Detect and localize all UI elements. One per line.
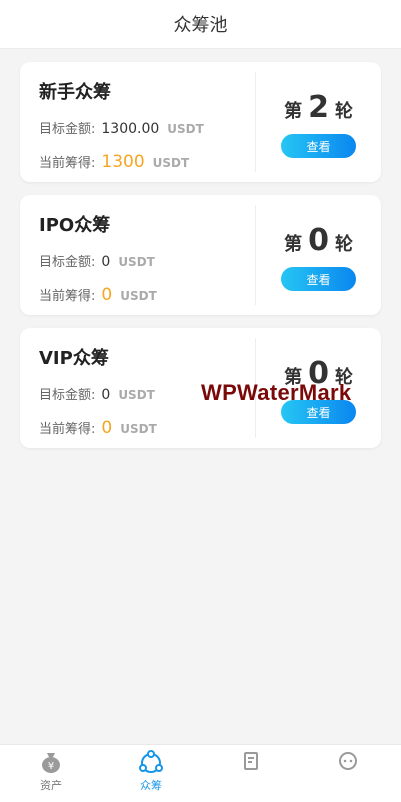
money-bag-icon: ¥ — [42, 753, 60, 773]
round-number: 2 — [308, 90, 329, 125]
tab-crowdfund[interactable]: 众筹 — [111, 749, 191, 799]
current-unit: USDT — [120, 289, 157, 303]
page-title: 众筹池 — [173, 15, 228, 36]
crowdfund-card-ipo: IPO众筹 目标金额: 0 USDT 当前筹得: 0 USDT 第 0 轮 查看 — [20, 195, 381, 315]
tab-document[interactable] — [211, 749, 291, 799]
current-amount-row: 当前筹得: 0 USDT — [39, 418, 157, 438]
bottom-tab-bar: ¥ 资产 众筹 — [0, 744, 401, 802]
tab-label: 资产 — [40, 779, 62, 792]
crowdfund-icon — [139, 750, 163, 773]
current-label: 当前筹得: — [39, 156, 96, 171]
round-prefix: 第 — [284, 234, 303, 255]
document-icon — [244, 752, 258, 770]
current-value: 0 — [101, 418, 113, 438]
target-value: 0 — [101, 387, 111, 403]
card-title: IPO众筹 — [39, 215, 111, 236]
target-amount-row: 目标金额: 0 USDT — [39, 384, 155, 403]
message-icon — [339, 752, 357, 770]
page-header: 众筹池 — [0, 0, 401, 49]
current-amount-row: 当前筹得: 1300 USDT — [39, 152, 189, 172]
target-label: 目标金额: — [39, 122, 96, 137]
current-label: 当前筹得: — [39, 289, 96, 304]
current-unit: USDT — [152, 156, 190, 170]
card-title: VIP众筹 — [39, 348, 109, 369]
tab-message[interactable] — [308, 749, 388, 799]
current-amount-row: 当前筹得: 0 USDT — [39, 285, 157, 305]
current-value: 0 — [101, 285, 113, 305]
target-value: 1300.00 — [101, 121, 160, 137]
crowdfund-card-newbie: 新手众筹 目标金额: 1300.00 USDT 当前筹得: 1300 USDT … — [20, 62, 381, 182]
round-indicator: 第 0 轮 — [256, 223, 381, 258]
watermark: WPWaterMark — [201, 380, 352, 405]
view-button[interactable]: 查看 — [281, 134, 356, 158]
target-unit: USDT — [167, 122, 204, 136]
round-suffix: 轮 — [334, 234, 353, 255]
current-label: 当前筹得: — [39, 422, 96, 437]
target-amount-row: 目标金额: 1300.00 USDT — [39, 118, 204, 137]
target-label: 目标金额: — [39, 255, 96, 270]
tab-label: 众筹 — [140, 779, 162, 792]
round-indicator: 第 2 轮 — [256, 90, 381, 125]
current-value: 1300 — [101, 152, 145, 172]
round-prefix: 第 — [284, 101, 303, 122]
current-unit: USDT — [120, 422, 157, 436]
view-button[interactable]: 查看 — [281, 267, 356, 291]
target-unit: USDT — [118, 388, 155, 402]
tab-assets[interactable]: ¥ 资产 — [11, 749, 91, 799]
round-suffix: 轮 — [334, 101, 353, 122]
card-title: 新手众筹 — [39, 82, 111, 103]
target-amount-row: 目标金额: 0 USDT — [39, 251, 155, 270]
target-unit: USDT — [118, 255, 155, 269]
round-number: 0 — [308, 223, 329, 258]
target-value: 0 — [101, 254, 111, 270]
target-label: 目标金额: — [39, 388, 96, 403]
svg-text:¥: ¥ — [48, 761, 54, 772]
